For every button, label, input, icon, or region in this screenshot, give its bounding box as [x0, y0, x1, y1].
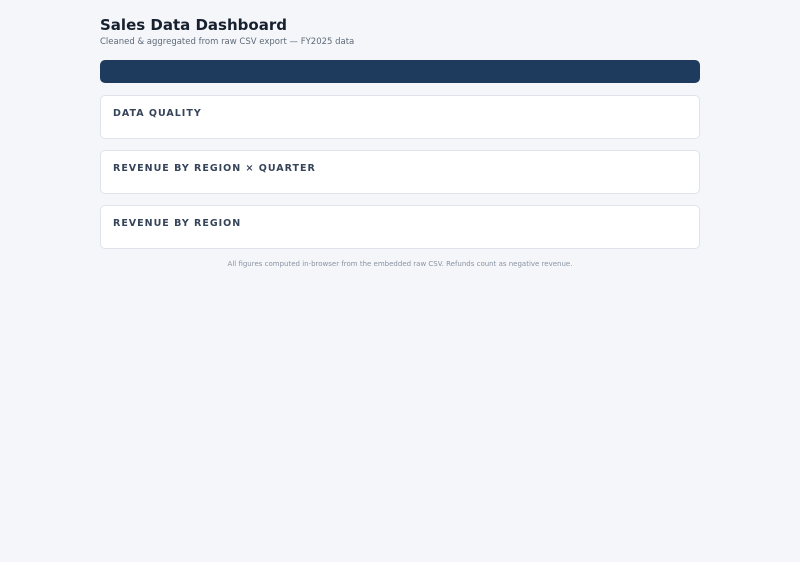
revenue-by-region-card: REVENUE BY REGION	[100, 205, 700, 249]
summary-banner	[100, 60, 700, 83]
data-quality-card: DATA QUALITY	[100, 95, 700, 139]
revenue-region-quarter-title: REVENUE BY REGION × QUARTER	[113, 163, 316, 174]
revenue-region-quarter-card: REVENUE BY REGION × QUARTER	[100, 150, 700, 194]
footer-note: All figures computed in-browser from the…	[227, 260, 573, 268]
page-subtitle: Cleaned & aggregated from raw CSV export…	[100, 37, 355, 47]
data-quality-title: DATA QUALITY	[113, 108, 202, 119]
page-title: Sales Data Dashboard	[100, 16, 287, 34]
revenue-by-region-title: REVENUE BY REGION	[113, 218, 242, 229]
